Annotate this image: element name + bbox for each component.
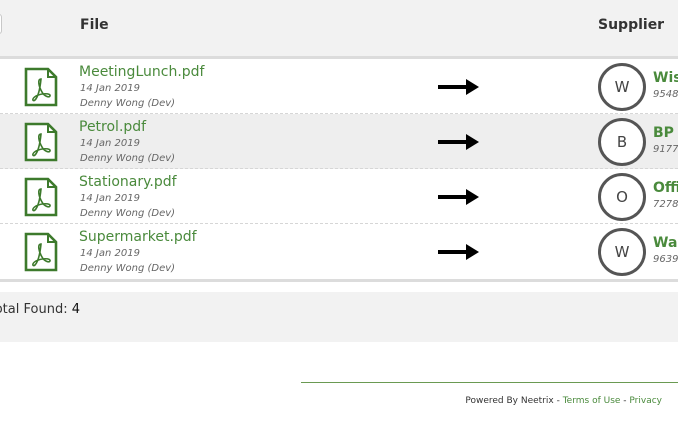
supplier-code: 7278 <box>653 199 678 210</box>
arrow-right-icon <box>438 189 479 205</box>
footer-divider <box>301 382 678 383</box>
file-name-link[interactable]: Petrol.pdf <box>79 119 146 135</box>
supplier-code: 9548 <box>653 89 678 100</box>
table-header: File Supplier <box>0 0 678 56</box>
supplier-avatar: W <box>598 228 646 276</box>
footer-separator: - <box>553 396 563 406</box>
supplier-name-link[interactable]: BP C <box>653 125 678 141</box>
supplier-name-link[interactable]: Offi <box>653 180 678 196</box>
supplier-code: 9639 <box>653 254 678 265</box>
results-summary: Total Found: 4 <box>0 292 678 342</box>
page-footer: Powered By Neetrix - Terms of Use - Priv… <box>465 396 662 406</box>
file-uploader: Denny Wong (Dev) <box>80 153 176 164</box>
supplier-code: 9177 <box>653 144 678 155</box>
file-name-link[interactable]: MeetingLunch.pdf <box>79 64 204 80</box>
page: File Supplier MeetingLunch.pdf 14 Jan 20… <box>0 0 678 422</box>
total-found-count: 4 <box>71 302 80 317</box>
file-date: 14 Jan 2019 <box>80 138 140 149</box>
total-found-label: Total Found: <box>0 302 68 317</box>
supplier-avatar: O <box>598 173 646 221</box>
privacy-link[interactable]: Privacy <box>629 396 662 406</box>
supplier-name-link[interactable]: Wai <box>653 235 678 251</box>
supplier-avatar: B <box>598 118 646 166</box>
table-row[interactable]: Stationary.pdf 14 Jan 2019 Denny Wong (D… <box>0 169 678 224</box>
file-uploader: Denny Wong (Dev) <box>80 208 176 219</box>
pdf-file-icon[interactable] <box>22 177 60 217</box>
table-row[interactable]: Supermarket.pdf 14 Jan 2019 Denny Wong (… <box>0 224 678 279</box>
arrow-right-icon <box>438 79 479 95</box>
pdf-file-icon[interactable] <box>22 122 60 162</box>
file-date: 14 Jan 2019 <box>80 83 140 94</box>
supplier-avatar: W <box>598 63 646 111</box>
file-date: 14 Jan 2019 <box>80 248 140 259</box>
file-uploader: Denny Wong (Dev) <box>80 263 176 274</box>
table-row[interactable]: Petrol.pdf 14 Jan 2019 Denny Wong (Dev) … <box>0 114 678 169</box>
file-name-link[interactable]: Stationary.pdf <box>79 174 177 190</box>
supplier-name-link[interactable]: Wis <box>653 70 678 86</box>
table-row[interactable]: MeetingLunch.pdf 14 Jan 2019 Denny Wong … <box>0 59 678 114</box>
file-uploader: Denny Wong (Dev) <box>80 98 176 109</box>
document-list: MeetingLunch.pdf 14 Jan 2019 Denny Wong … <box>0 59 678 279</box>
powered-by-text: Powered By Neetrix <box>465 396 554 406</box>
select-all-checkbox[interactable] <box>0 14 2 34</box>
total-found: Total Found: 4 <box>0 302 80 317</box>
pdf-file-icon[interactable] <box>22 232 60 272</box>
table-bottom-divider <box>0 279 678 282</box>
arrow-right-icon <box>438 134 479 150</box>
arrow-right-icon <box>438 244 479 260</box>
column-header-supplier[interactable]: Supplier <box>598 17 664 33</box>
terms-of-use-link[interactable]: Terms of Use <box>563 396 621 406</box>
column-header-file[interactable]: File <box>80 17 109 33</box>
pdf-file-icon[interactable] <box>22 67 60 107</box>
file-name-link[interactable]: Supermarket.pdf <box>79 229 197 245</box>
file-date: 14 Jan 2019 <box>80 193 140 204</box>
